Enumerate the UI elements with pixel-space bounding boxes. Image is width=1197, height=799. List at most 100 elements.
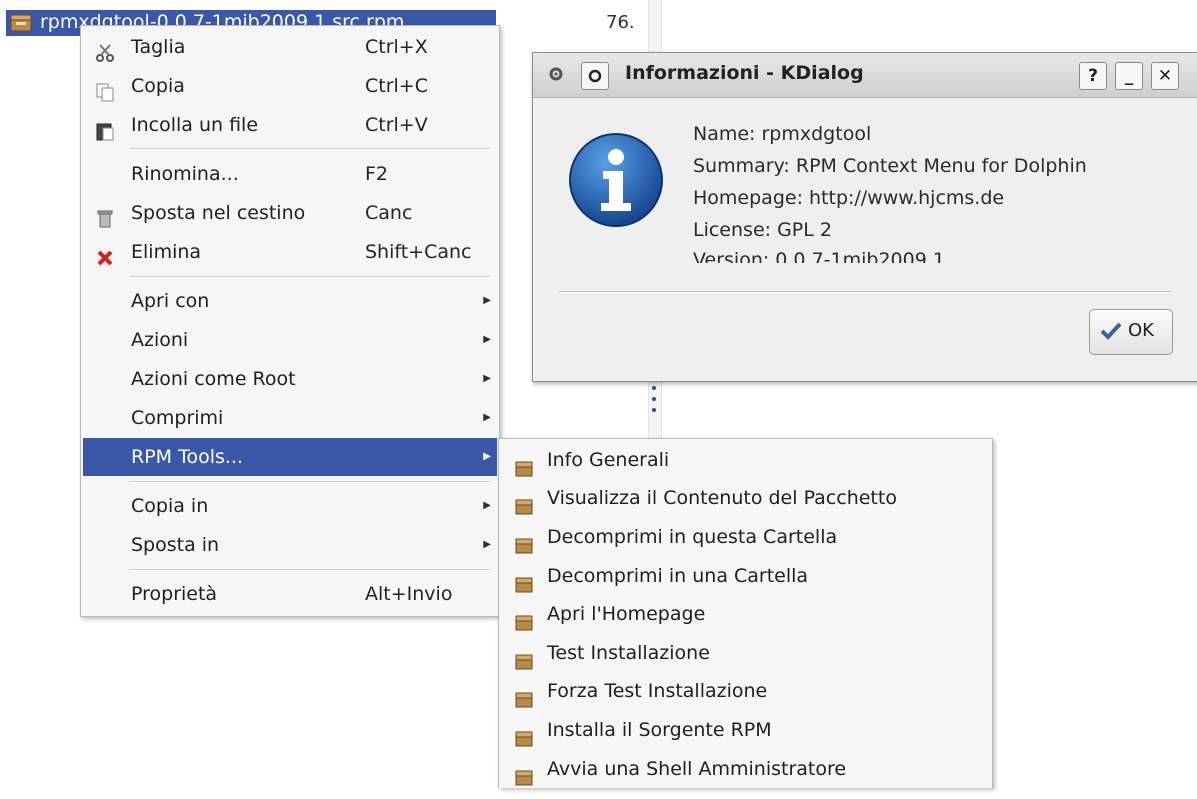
menu-item-shortcut: Canc <box>365 202 413 224</box>
ok-label: OK <box>1128 320 1154 341</box>
menu-item-root-actions[interactable]: Azioni come Root ▶ <box>83 360 497 398</box>
scissors-icon <box>95 38 115 62</box>
menu-item-rpm-tools[interactable]: RPM Tools... ▶ <box>83 438 497 476</box>
menu-item-properties[interactable]: Proprietà Alt+Invio <box>83 575 497 613</box>
submenu-arrow-icon: ▶ <box>483 295 491 306</box>
menu-item-label: Sposta nel cestino <box>131 202 306 224</box>
submenu-item-open-homepage[interactable]: Apri l'Homepage <box>501 595 990 633</box>
menu-item-copy[interactable]: Copia Ctrl+C <box>83 67 497 105</box>
menu-item-label: Incolla un file <box>131 114 259 136</box>
dialog-message: Name: rpmxdgtool Summary: RPM Context Me… <box>533 115 1193 263</box>
menu-item-label: Info Generali <box>547 449 670 471</box>
menu-item-label: Elimina <box>131 241 202 263</box>
submenu-item-install-source[interactable]: Installa il Sorgente RPM <box>501 711 990 749</box>
menu-item-shortcut: Ctrl+V <box>365 114 428 136</box>
package-icon <box>515 490 535 515</box>
menu-item-label: Azioni <box>131 329 189 351</box>
submenu-item-test-install[interactable]: Test Installazione <box>501 634 990 672</box>
menu-item-label: Comprimi <box>131 407 224 429</box>
menu-item-cut[interactable]: Taglia Ctrl+X <box>83 28 497 66</box>
menu-item-label: Copia <box>131 75 185 97</box>
package-icon <box>515 606 535 631</box>
minimize-button[interactable]: _ <box>1115 62 1143 90</box>
package-icon <box>10 14 32 36</box>
info-version: Version: 0.0.7-1mib2009.1 <box>693 249 945 263</box>
menu-item-label: Avvia una Shell Amministratore <box>547 758 847 780</box>
menu-separator <box>129 481 491 483</box>
submenu-arrow-icon: ▶ <box>483 334 491 345</box>
menu-item-label: Apri con <box>131 290 210 312</box>
menu-separator <box>129 569 491 571</box>
package-icon <box>515 529 535 554</box>
menu-item-label: Azioni come Root <box>131 368 296 390</box>
package-icon <box>515 568 535 593</box>
menu-item-shortcut: Ctrl+C <box>365 75 428 97</box>
info-license: License: GPL 2 <box>693 219 832 241</box>
menu-item-compress[interactable]: Comprimi ▶ <box>83 399 497 437</box>
menu-item-move-to[interactable]: Sposta in ▶ <box>83 526 497 564</box>
menu-item-shortcut: F2 <box>365 163 389 185</box>
menu-item-label: Decomprimi in questa Cartella <box>547 526 838 548</box>
menu-item-label: Sposta in <box>131 534 220 556</box>
package-icon <box>515 683 535 708</box>
menu-item-actions[interactable]: Azioni ▶ <box>83 321 497 359</box>
info-dialog: Informazioni - KDialog ? _ ✕ Name: rpmxd… <box>532 52 1197 382</box>
package-icon <box>515 452 535 477</box>
package-icon <box>515 645 535 670</box>
dialog-titlebar[interactable]: Informazioni - KDialog ? _ ✕ <box>533 53 1197 98</box>
menu-item-label: Rinomina... <box>131 163 239 185</box>
submenu-arrow-icon: ▶ <box>483 451 491 462</box>
menu-item-label: Forza Test Installazione <box>547 680 768 702</box>
submenu-item-view-contents[interactable]: Visualizza il Contenuto del Pacchetto <box>501 479 990 517</box>
package-icon <box>515 722 535 747</box>
menu-item-rename[interactable]: Rinomina... F2 <box>83 155 497 193</box>
menu-item-copy-to[interactable]: Copia in ▶ <box>83 487 497 525</box>
menu-item-shortcut: Shift+Canc <box>365 241 472 263</box>
submenu-item-info[interactable]: Info Generali <box>501 441 990 479</box>
ok-button[interactable]: OK <box>1089 309 1173 355</box>
menu-item-shortcut: Alt+Invio <box>365 583 453 605</box>
menu-item-shortcut: Ctrl+X <box>365 36 428 58</box>
submenu-arrow-icon: ▶ <box>483 412 491 423</box>
submenu-arrow-icon: ▶ <box>483 373 491 384</box>
menu-item-label: Visualizza il Contenuto del Pacchetto <box>547 487 897 509</box>
info-name: Name: rpmxdgtool <box>693 123 872 145</box>
context-menu: Taglia Ctrl+X Copia Ctrl+C Incolla un fi… <box>80 25 500 617</box>
dialog-separator <box>559 291 1171 293</box>
submenu-arrow-icon: ▶ <box>483 539 491 550</box>
package-icon <box>515 761 535 786</box>
menu-item-label: Taglia <box>131 36 186 58</box>
menu-item-label: Installa il Sorgente RPM <box>547 719 772 741</box>
gear-icon[interactable] <box>547 65 565 88</box>
menu-separator <box>129 276 491 278</box>
menu-item-move-to-trash[interactable]: Sposta nel cestino Canc <box>83 194 497 232</box>
rpm-tools-submenu: Info Generali Visualizza il Contenuto de… <box>498 438 993 788</box>
menu-item-label: RPM Tools... <box>131 446 244 468</box>
menu-item-label: Apri l'Homepage <box>547 603 706 625</box>
submenu-item-extract-to[interactable]: Decomprimi in una Cartella <box>501 557 990 595</box>
window-menu-button[interactable] <box>581 62 609 90</box>
info-summary: Summary: RPM Context Menu for Dolphin <box>693 155 1087 177</box>
checkmark-icon <box>1100 321 1122 346</box>
menu-item-label: Decomprimi in una Cartella <box>547 565 809 587</box>
menu-item-open-with[interactable]: Apri con ▶ <box>83 282 497 320</box>
menu-separator <box>129 148 491 150</box>
paste-icon <box>95 116 115 141</box>
submenu-item-extract-here[interactable]: Decomprimi in questa Cartella <box>501 518 990 556</box>
splitter-handle[interactable] <box>652 386 656 419</box>
menu-item-paste[interactable]: Incolla un file Ctrl+V <box>83 106 497 144</box>
help-button[interactable]: ? <box>1079 62 1107 90</box>
menu-item-label: Copia in <box>131 495 209 517</box>
delete-icon <box>95 243 115 266</box>
menu-item-label: Test Installazione <box>547 642 710 664</box>
close-button[interactable]: ✕ <box>1151 62 1179 90</box>
submenu-arrow-icon: ▶ <box>483 500 491 511</box>
menu-item-label: Proprietà <box>131 583 218 605</box>
submenu-item-admin-shell[interactable]: Avvia una Shell Amministratore <box>501 750 990 788</box>
line-number: 76. <box>606 12 635 33</box>
info-homepage: Homepage: http://www.hjcms.de <box>693 187 1005 209</box>
menu-item-delete[interactable]: Elimina Shift+Canc <box>83 233 497 271</box>
submenu-item-force-test-install[interactable]: Forza Test Installazione <box>501 672 990 710</box>
trash-icon <box>95 204 115 228</box>
dialog-title: Informazioni - KDialog <box>625 62 864 84</box>
